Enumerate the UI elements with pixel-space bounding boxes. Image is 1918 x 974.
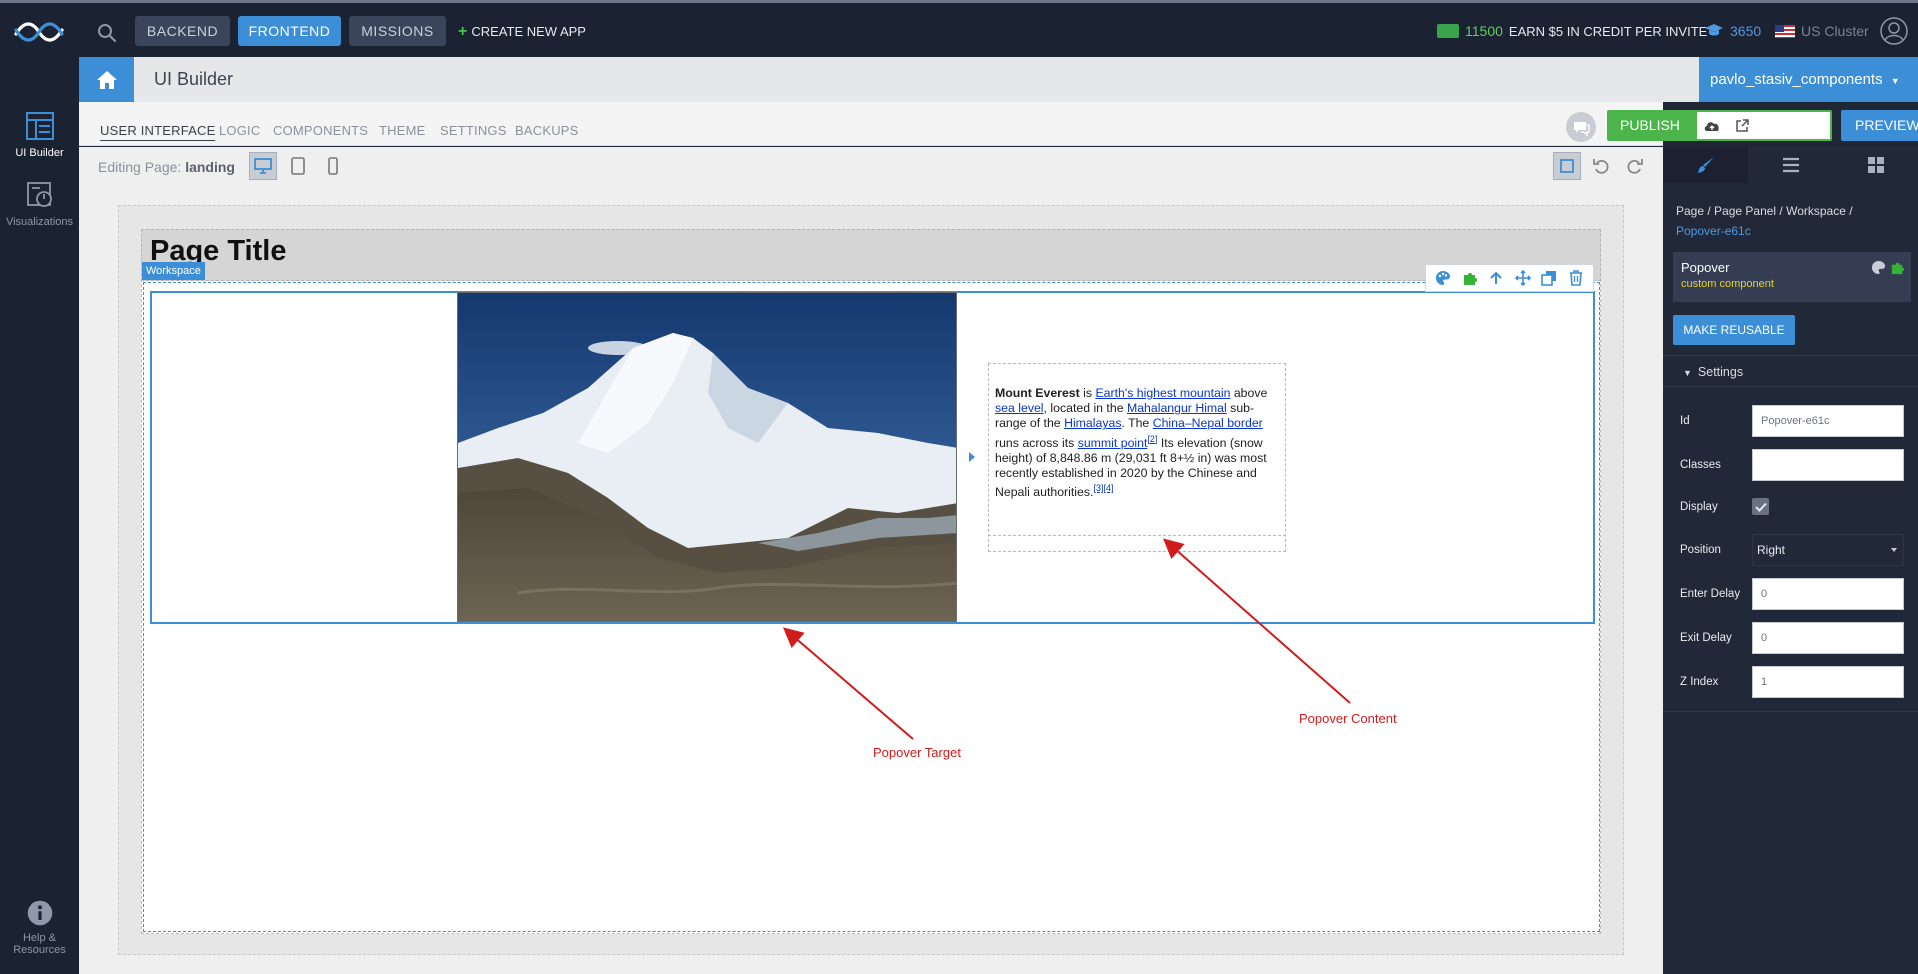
settings-label: Settings	[1697, 365, 1744, 379]
panel-tabs	[1663, 147, 1918, 183]
classes-label: Classes	[1680, 459, 1721, 471]
tab-components[interactable]	[1833, 147, 1918, 183]
component-card: Popover custom component	[1673, 252, 1911, 302]
id-label: Id	[1680, 415, 1690, 427]
annotation-popover-target: Popover Target	[873, 745, 961, 760]
enter-delay-input[interactable]: 0	[1752, 578, 1904, 610]
z-index-input[interactable]: 1	[1752, 666, 1904, 698]
palette-icon[interactable]	[1871, 260, 1886, 275]
arrow-to-popover-target	[782, 627, 914, 740]
position-select[interactable]: Right	[1752, 534, 1904, 566]
component-breadcrumb: Page / Page Panel / Workspace / Popover-…	[1676, 201, 1906, 241]
component-name: Popover	[1681, 260, 1730, 275]
exit-delay-input[interactable]: 0	[1752, 622, 1904, 654]
annotation-popover-content: Popover Content	[1299, 711, 1397, 726]
make-reusable-button[interactable]: MAKE REUSABLE	[1673, 315, 1795, 345]
list-icon	[1782, 157, 1799, 173]
display-checkbox[interactable]	[1752, 498, 1769, 515]
position-label: Position	[1680, 544, 1721, 556]
check-icon	[1754, 502, 1767, 512]
tab-layers[interactable]	[1748, 147, 1833, 183]
properties-panel: Page / Page Panel / Workspace / Popover-…	[1663, 147, 1918, 974]
classes-input[interactable]	[1752, 449, 1904, 481]
annotation-arrows	[782, 538, 1351, 740]
enter-delay-label: Enter Delay	[1680, 588, 1741, 600]
exit-delay-label: Exit Delay	[1680, 632, 1732, 644]
z-index-label: Z Index	[1680, 676, 1719, 688]
arrow-to-popover-content	[1162, 538, 1351, 704]
display-label: Display	[1680, 501, 1718, 513]
puzzle-icon[interactable]	[1890, 260, 1905, 275]
component-type: custom component	[1681, 278, 1774, 290]
grid-icon	[1867, 157, 1884, 173]
tab-styles[interactable]	[1663, 147, 1748, 183]
breadcrumb-current[interactable]: Popover-e61c	[1676, 224, 1751, 238]
panel-divider	[1663, 711, 1918, 712]
id-input[interactable]: Popover-e61c	[1752, 405, 1904, 437]
caret-down-icon: ▼	[1683, 368, 1692, 378]
brush-icon	[1697, 157, 1714, 173]
settings-section-toggle[interactable]: ▼ Settings	[1663, 355, 1918, 387]
breadcrumb-path[interactable]: Page / Page Panel / Workspace /	[1676, 204, 1853, 218]
